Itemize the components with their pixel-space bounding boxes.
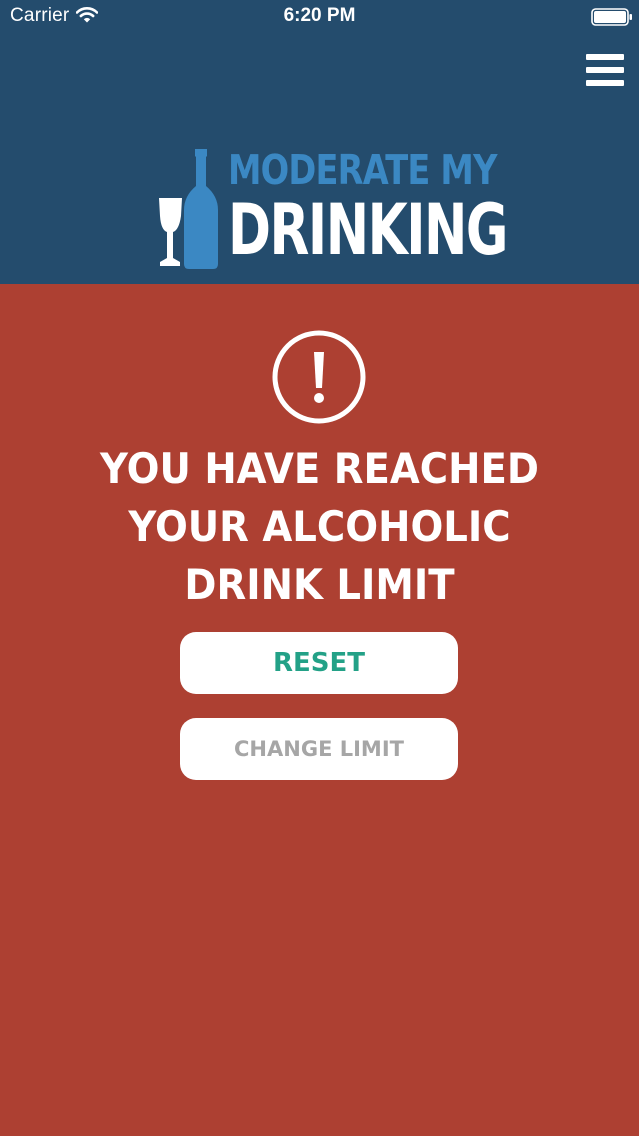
battery-icon (591, 8, 632, 26)
message-line: DRINK LIMIT (184, 560, 455, 609)
exclamation-circle-icon (272, 330, 366, 424)
limit-reached-message: YOU HAVE REACHED YOUR ALCOHOLIC DRINK LI… (0, 440, 639, 614)
logo-text-bottom: DRINKING (228, 189, 508, 271)
clock: 6:20 PM (283, 5, 356, 26)
menu-button[interactable] (582, 50, 628, 90)
message-line: YOUR ALCOHOLIC (128, 502, 511, 551)
app-header: Carrier 6:20 PM MODERATE MY DRINKING (0, 0, 639, 284)
change-limit-button[interactable]: CHANGE LIMIT (180, 718, 458, 780)
message-line: YOU HAVE REACHED (100, 444, 539, 493)
logo-text-top: MODERATE MY (228, 146, 497, 194)
wine-bottle-and-glass-icon (159, 149, 218, 269)
status-bar: Carrier 6:20 PM (0, 0, 639, 34)
app-logo: MODERATE MY DRINKING (156, 146, 508, 274)
reset-button[interactable]: RESET (180, 632, 458, 694)
